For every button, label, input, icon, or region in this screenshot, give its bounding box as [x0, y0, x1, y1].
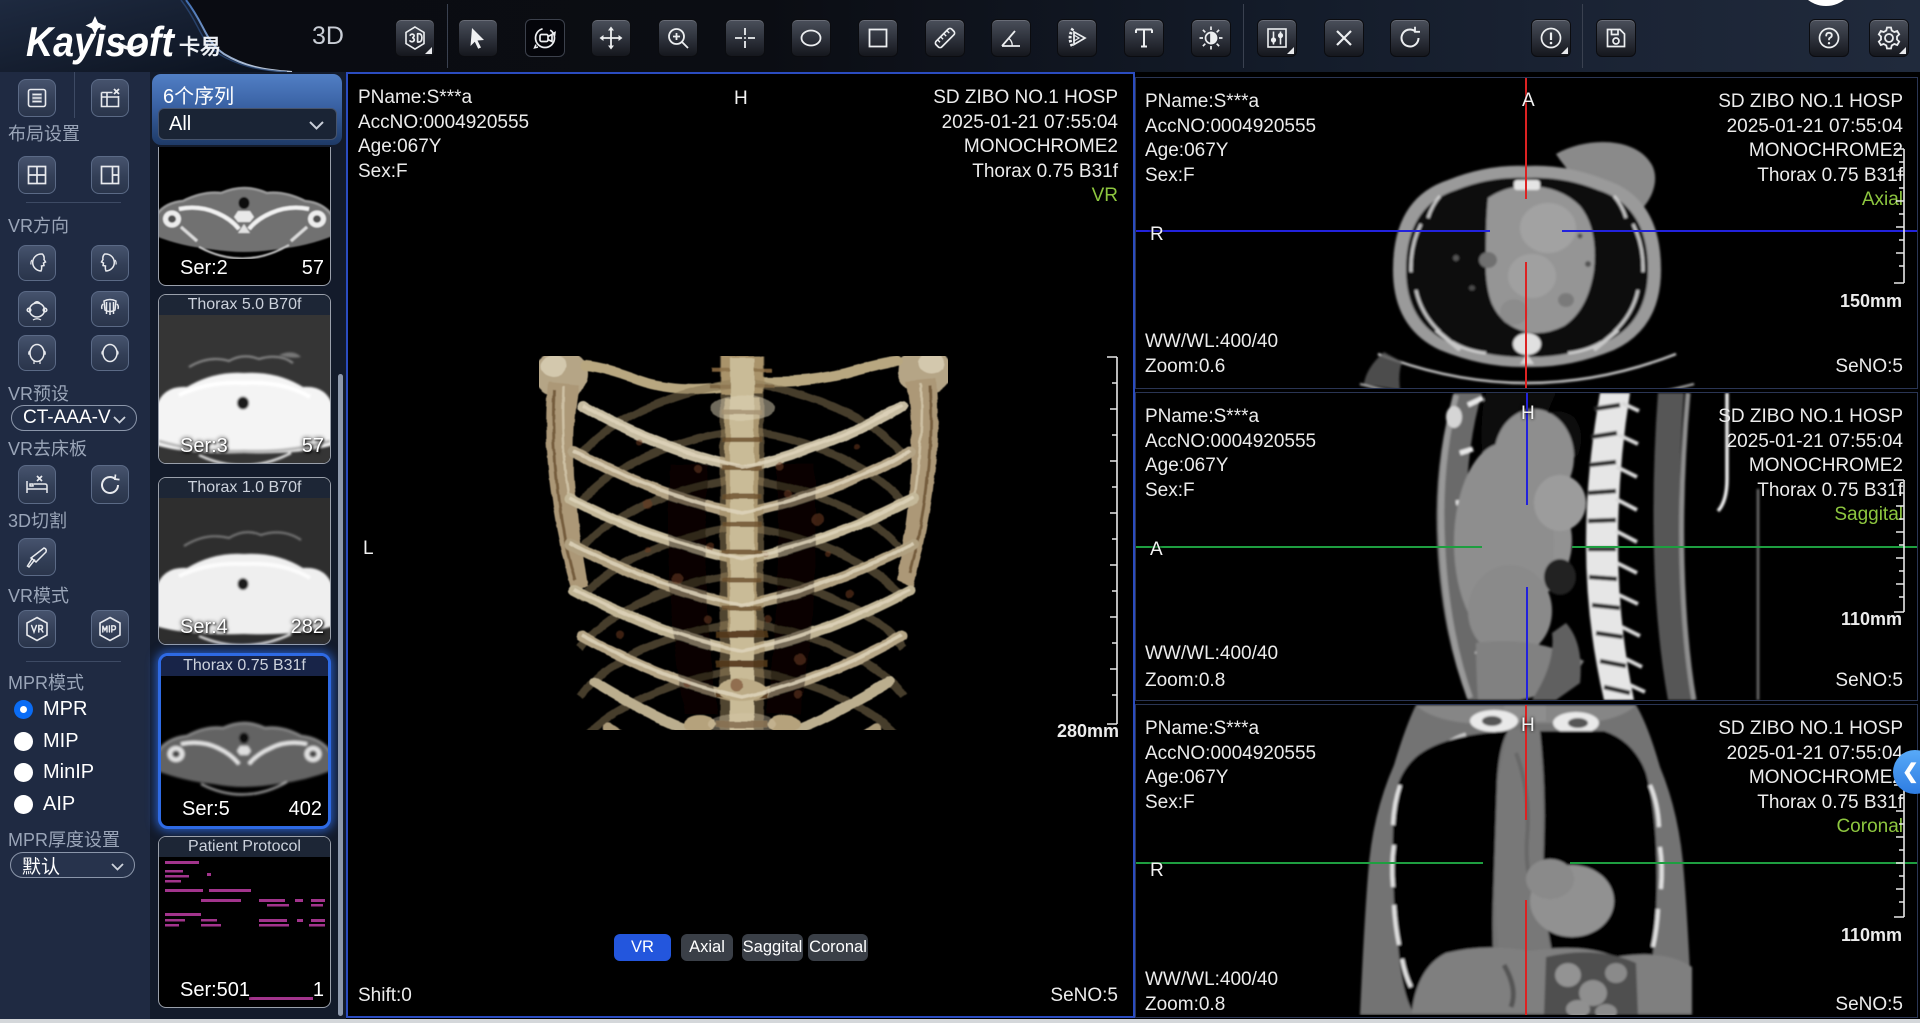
svg-text:卡易: 卡易 — [179, 36, 221, 59]
